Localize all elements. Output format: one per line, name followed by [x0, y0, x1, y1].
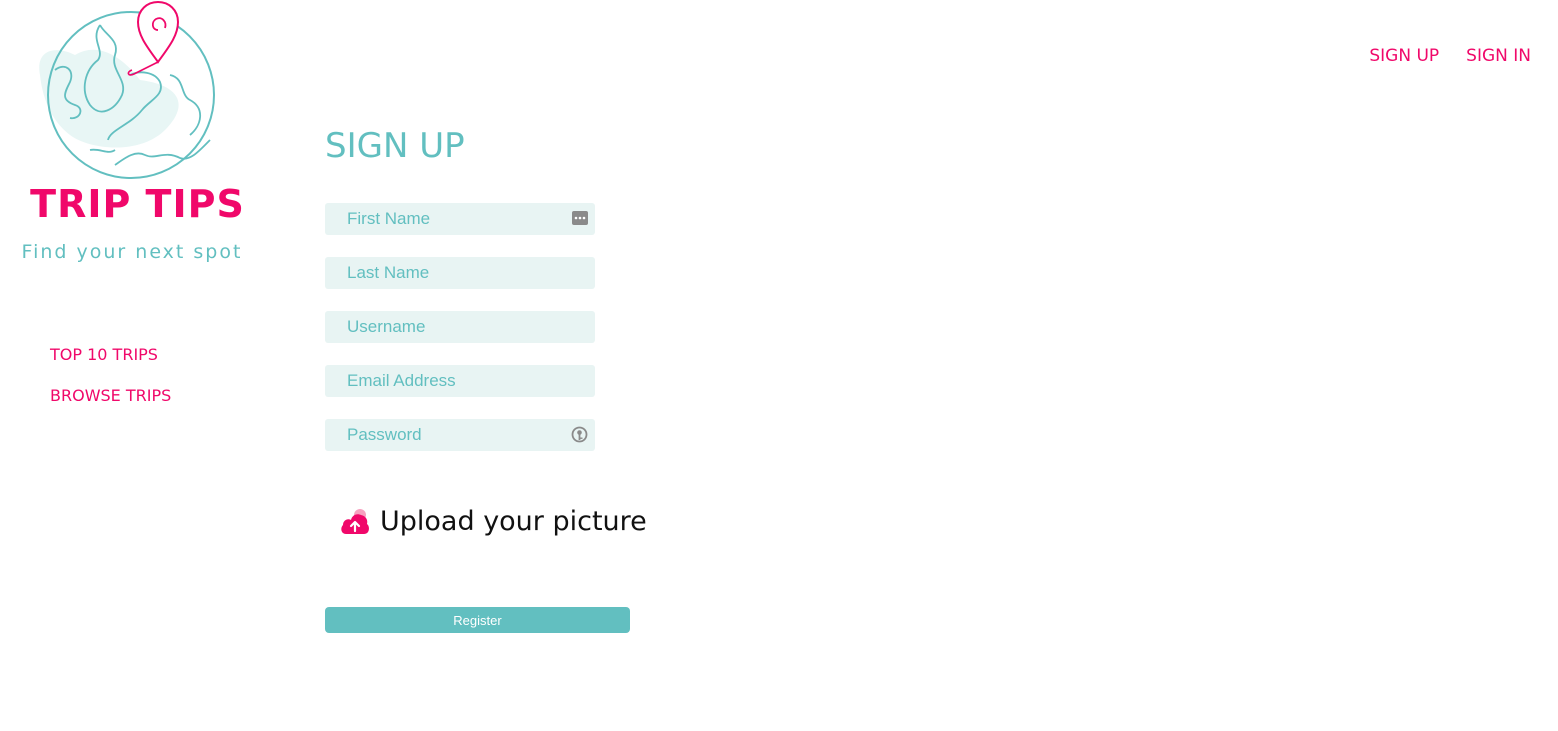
- password-key-icon[interactable]: [571, 426, 588, 448]
- brand-logo[interactable]: TRIP TIPS Find your next spot: [0, 0, 280, 300]
- upload-label: Upload your picture: [380, 506, 647, 537]
- username-field: [325, 311, 595, 343]
- sign-up-link[interactable]: SIGN UP: [1369, 46, 1439, 66]
- register-button[interactable]: Register: [325, 607, 630, 633]
- side-nav-browse-trips[interactable]: BROWSE TRIPS: [50, 384, 171, 425]
- email-field: [325, 365, 595, 397]
- upload-picture-button[interactable]: Upload your picture: [339, 502, 647, 542]
- globe-pin-logo-icon: [39, 0, 215, 179]
- email-input[interactable]: [325, 365, 595, 397]
- brand-title: TRIP TIPS: [30, 182, 245, 226]
- username-input[interactable]: [325, 311, 595, 343]
- password-field: [325, 419, 595, 451]
- top-nav: SIGN UP SIGN IN: [1369, 46, 1531, 66]
- first-name-input[interactable]: [325, 203, 595, 235]
- cloud-upload-icon: [341, 509, 369, 534]
- brand-tagline: Find your next spot: [21, 241, 243, 263]
- first-name-field: [325, 203, 595, 235]
- last-name-field: [325, 257, 595, 289]
- side-nav: TOP 10 TRIPS BROWSE TRIPS: [50, 343, 171, 425]
- autofill-dots-icon[interactable]: [572, 210, 588, 229]
- password-input[interactable]: [325, 419, 595, 451]
- side-nav-top-10-trips[interactable]: TOP 10 TRIPS: [50, 343, 171, 384]
- page-title: SIGN UP: [325, 126, 465, 166]
- sign-in-link[interactable]: SIGN IN: [1466, 46, 1531, 66]
- last-name-input[interactable]: [325, 257, 595, 289]
